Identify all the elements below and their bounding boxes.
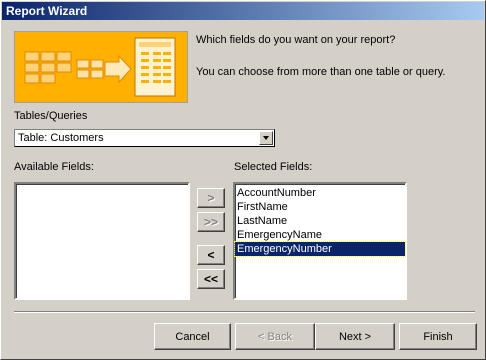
selected-fields-list[interactable]: AccountNumber FirstName LastName Emergen… xyxy=(233,182,407,300)
dropdown-arrow-icon[interactable] xyxy=(259,131,273,145)
report-wizard-window: Report Wizard Which fields do you want o… xyxy=(0,0,486,360)
cancel-button[interactable]: Cancel xyxy=(154,323,231,350)
next-button[interactable]: Next > xyxy=(315,323,395,350)
title-bar[interactable]: Report Wizard xyxy=(2,2,484,20)
list-item[interactable]: EmergencyName xyxy=(235,228,405,242)
add-field-button[interactable]: > xyxy=(197,188,225,208)
remove-field-button[interactable]: < xyxy=(197,245,225,265)
list-item[interactable]: AccountNumber xyxy=(235,186,405,200)
tables-queries-label: Tables/Queries xyxy=(14,110,88,122)
wizard-hint: You can choose from more than one table … xyxy=(196,66,446,78)
wizard-question: Which fields do you want on your report? xyxy=(196,34,396,46)
back-button[interactable]: < Back xyxy=(235,323,315,350)
window-title: Report Wizard xyxy=(6,4,88,18)
footer-separator xyxy=(14,311,475,313)
list-item[interactable]: LastName xyxy=(235,214,405,228)
remove-all-fields-button[interactable]: << xyxy=(197,269,225,289)
available-fields-label: Available Fields: xyxy=(14,161,94,173)
available-fields-list[interactable] xyxy=(14,182,190,300)
wizard-banner-image xyxy=(14,31,188,103)
tables-queries-dropdown[interactable]: Table: Customers xyxy=(14,129,275,147)
selected-fields-label: Selected Fields: xyxy=(234,161,313,173)
report-illustration-icon xyxy=(15,32,187,102)
tables-queries-value: Table: Customers xyxy=(18,132,104,144)
list-item-selected[interactable]: EmergencyNumber xyxy=(234,241,406,257)
finish-button[interactable]: Finish xyxy=(399,323,477,350)
list-item[interactable]: FirstName xyxy=(235,200,405,214)
add-all-fields-button[interactable]: >> xyxy=(197,212,225,232)
